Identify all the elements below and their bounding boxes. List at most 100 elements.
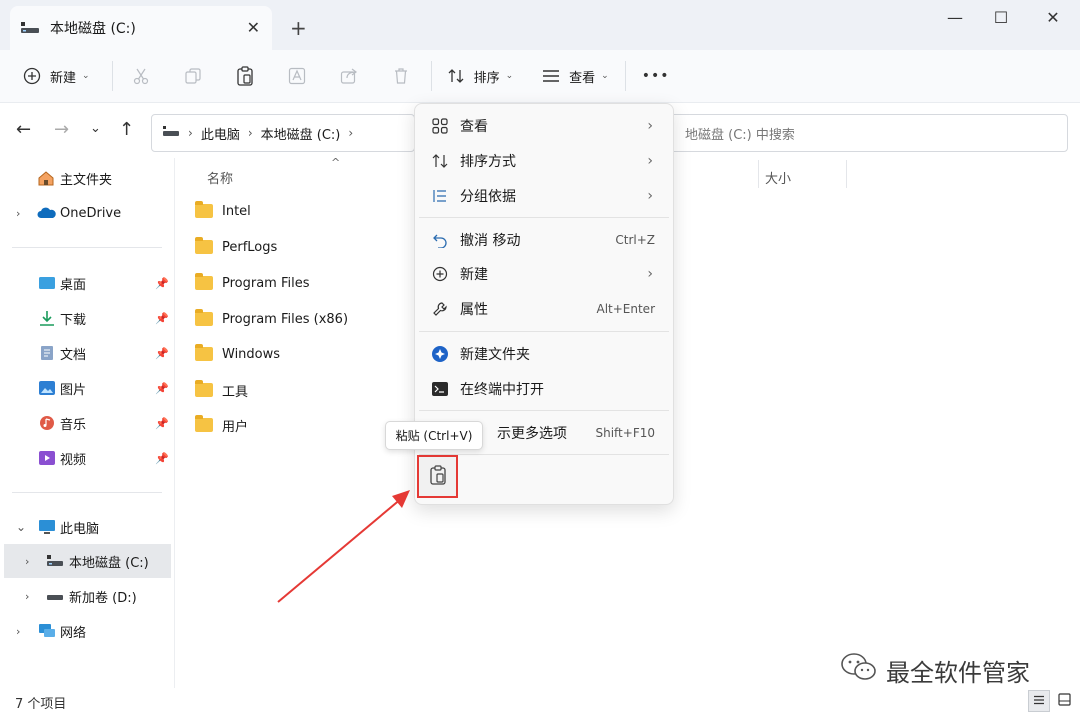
search-input[interactable]: 地磁盘 (C:) 中搜索	[660, 114, 1068, 152]
minimize-button[interactable]: —	[940, 8, 970, 28]
back-arrow-icon[interactable]: ←	[16, 119, 31, 140]
home-icon	[37, 170, 55, 186]
folder-icon	[195, 344, 213, 361]
file-row-users[interactable]: 用户	[190, 410, 410, 440]
sidebar-item-videos[interactable]: 视频 📌	[0, 441, 171, 475]
sidebar-item-documents[interactable]: 文档 📌	[0, 336, 171, 370]
more-options-icon[interactable]: •••	[642, 68, 670, 84]
file-row-intel[interactable]: Intel	[190, 196, 410, 226]
new-button[interactable]: 新建 ⌄	[22, 58, 90, 94]
sidebar-item-label: 本地磁盘 (C:)	[69, 555, 149, 571]
view-button[interactable]: 查看 ⌄	[541, 58, 609, 94]
paste-toolbar-icon[interactable]	[235, 66, 255, 86]
column-divider[interactable]	[758, 160, 759, 188]
sidebar-item-onedrive[interactable]: › OneDrive	[0, 196, 171, 230]
sidebar-item-local-disk-c[interactable]: › 本地磁盘 (C:)	[4, 544, 171, 578]
file-name: PerfLogs	[222, 239, 278, 255]
delete-icon[interactable]	[391, 66, 411, 86]
menu-item-view[interactable]: 查看 ›	[419, 109, 669, 143]
file-row-perflogs[interactable]: PerfLogs	[190, 232, 410, 262]
sort-button[interactable]: 排序 ⌄	[446, 58, 514, 94]
file-name: Intel	[222, 203, 251, 219]
details-view-icon	[1033, 693, 1045, 709]
menu-item-label: 查看	[460, 119, 488, 135]
pin-icon[interactable]: 📌	[155, 277, 169, 290]
pin-icon[interactable]: 📌	[155, 347, 169, 360]
address-bar[interactable]: › 此电脑 › 本地磁盘 (C:) ›	[151, 114, 415, 152]
sort-icon	[431, 152, 449, 170]
cut-icon[interactable]	[131, 66, 151, 86]
close-tab-icon[interactable]: ✕	[247, 18, 260, 37]
sidebar-item-downloads[interactable]: 下载 📌	[0, 301, 171, 335]
menu-item-open-terminal[interactable]: 在终端中打开	[419, 372, 669, 406]
recent-locations-chevron-icon[interactable]: ⌄	[90, 121, 101, 136]
sort-label: 排序	[473, 70, 500, 86]
wechat-icon	[840, 652, 878, 688]
sidebar-item-pictures[interactable]: 图片 📌	[0, 371, 171, 405]
chevron-right-icon: ›	[348, 126, 354, 140]
file-row-program-files-x86[interactable]: Program Files (x86)	[190, 304, 410, 334]
command-bar: 新建 ⌄ 排序 ⌄ 查看 ⌄ •••	[0, 50, 1080, 102]
tab-local-disk-c[interactable]: 本地磁盘 (C:) ✕	[10, 6, 272, 50]
menu-item-label: 撤消 移动	[460, 233, 521, 249]
breadcrumb-this-pc[interactable]: 此电脑	[201, 124, 240, 143]
pictures-icon	[38, 380, 56, 396]
paste-button[interactable]	[417, 455, 458, 498]
file-row-tools[interactable]: 工具	[190, 375, 410, 405]
file-row-program-files[interactable]: Program Files	[190, 268, 410, 298]
drive-icon	[162, 125, 180, 141]
terminal-icon	[431, 380, 449, 398]
sidebar-item-network[interactable]: › 网络	[0, 614, 171, 648]
menu-divider	[419, 410, 669, 411]
rename-icon[interactable]	[287, 66, 307, 86]
new-tab-button[interactable]: +	[290, 16, 307, 40]
menu-item-new[interactable]: 新建 ›	[419, 257, 669, 291]
forward-arrow-icon[interactable]: →	[54, 119, 69, 140]
file-name: 工具	[222, 384, 249, 400]
pin-icon[interactable]: 📌	[155, 312, 169, 325]
menu-item-properties[interactable]: 属性 Alt+Enter	[419, 292, 669, 326]
menu-divider	[419, 331, 669, 332]
menu-item-new-folder[interactable]: 新建文件夹	[419, 337, 669, 371]
up-arrow-icon[interactable]: ↑	[119, 119, 134, 140]
new-label: 新建	[50, 70, 77, 86]
pin-icon[interactable]: 📌	[155, 382, 169, 395]
file-row-windows[interactable]: Windows	[190, 339, 410, 369]
details-view-button[interactable]	[1028, 690, 1050, 712]
folder-icon	[195, 380, 213, 397]
network-icon	[38, 623, 56, 639]
chevron-down-icon: ⌄	[82, 71, 90, 81]
sidebar-item-home[interactable]: 主文件夹	[0, 161, 171, 195]
menu-item-label: 分组依据	[460, 189, 516, 205]
close-window-button[interactable]: ✕	[1038, 8, 1068, 28]
file-name: Windows	[222, 346, 281, 362]
title-bar: 本地磁盘 (C:) ✕ + — ☐ ✕	[0, 0, 1080, 50]
menu-item-undo-move[interactable]: 撤消 移动 Ctrl+Z	[419, 223, 669, 257]
share-icon[interactable]	[339, 66, 359, 86]
sidebar-item-drive-d[interactable]: › 新加卷 (D:)	[0, 579, 171, 613]
sidebar-item-desktop[interactable]: 桌面 📌	[0, 266, 171, 300]
menu-item-sort[interactable]: 排序方式 ›	[419, 144, 669, 178]
menu-item-label: 在终端中打开	[460, 382, 544, 398]
music-icon	[38, 415, 56, 431]
menu-item-label: 排序方式	[460, 154, 516, 170]
computer-icon	[38, 519, 56, 535]
pin-icon[interactable]: 📌	[155, 452, 169, 465]
column-header-name[interactable]: 名称	[207, 168, 233, 187]
menu-item-group[interactable]: 分组依据 ›	[419, 179, 669, 213]
sidebar-item-music[interactable]: 音乐 📌	[0, 406, 171, 440]
copy-icon[interactable]	[183, 66, 203, 86]
tiles-view-button[interactable]	[1053, 690, 1075, 712]
chevron-right-icon: ›	[647, 266, 653, 282]
paste-icon	[429, 464, 447, 489]
folder-icon	[195, 201, 213, 218]
view-label: 查看	[569, 70, 596, 86]
pin-icon[interactable]: 📌	[155, 417, 169, 430]
onedrive-cloud-icon	[37, 207, 56, 223]
breadcrumb-local-disk[interactable]: 本地磁盘 (C:)	[261, 124, 341, 143]
column-divider[interactable]	[846, 160, 847, 188]
column-header-size[interactable]: 大小	[765, 168, 791, 187]
maximize-button[interactable]: ☐	[986, 8, 1016, 28]
chevron-down-icon: ⌄	[505, 71, 514, 81]
sidebar-item-this-pc[interactable]: ⌄ 此电脑	[0, 510, 171, 544]
